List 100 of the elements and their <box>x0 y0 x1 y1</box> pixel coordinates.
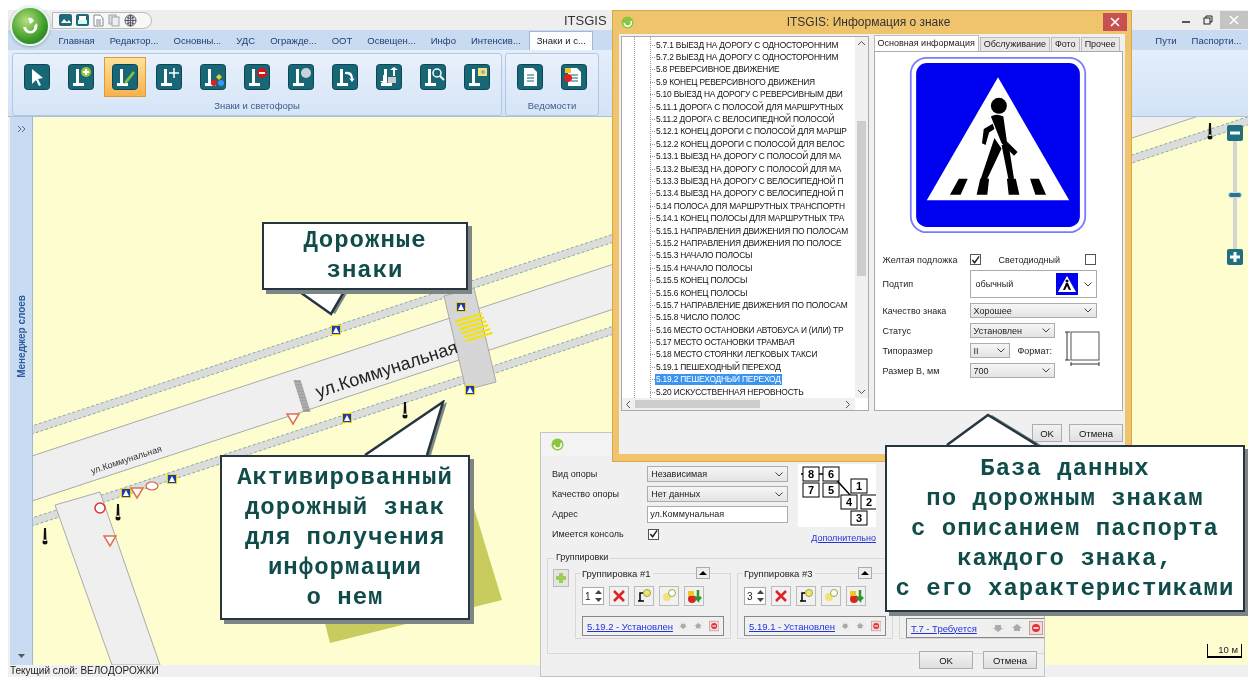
sign-list-item[interactable]: 5.13.1 ВЫЕЗД НА ДОРОГУ С ПОЛОСОЙ ДЛЯ МА <box>655 151 843 163</box>
delete-button[interactable] <box>771 586 791 606</box>
sign-list-item[interactable]: 5.13.2 ВЫЕЗД НА ДОРОГУ С ПОЛОСОЙ ДЛЯ МА <box>655 163 843 175</box>
scroll-up-icon[interactable] <box>856 40 866 46</box>
pole-marker[interactable] <box>42 528 48 545</box>
ribbon-tab[interactable]: Редактор... <box>103 32 165 50</box>
caret-down-icon[interactable] <box>17 654 25 659</box>
sign-marker[interactable] <box>167 474 177 484</box>
sign-list-item[interactable]: 5.15.3 НАЧАЛО ПОЛОСЫ <box>655 250 754 262</box>
pole-marker[interactable] <box>402 402 408 419</box>
sign-marker[interactable] <box>342 413 352 423</box>
sign-list-item[interactable]: 5.8 РЕВЕРСИВНОЕ ДВИЖЕНИЕ <box>655 64 781 76</box>
sign-add-button[interactable] <box>634 586 654 606</box>
image-icon[interactable] <box>59 14 72 26</box>
spin-arrows-icon[interactable] <box>756 588 765 604</box>
remove-button[interactable] <box>1029 621 1043 635</box>
prohibition-sign-marker[interactable] <box>94 502 106 514</box>
spin-arrows-icon[interactable] <box>594 588 603 604</box>
printer-icon[interactable] <box>76 14 89 26</box>
dialog-button[interactable]: Отмена <box>1069 424 1123 442</box>
ribbon-tab[interactable]: Инфо <box>424 32 463 50</box>
sign-list-item[interactable]: 5.14 ПОЛОСА ДЛЯ МАРШРУТНЫХ ТРАНСПОРТН <box>655 200 846 212</box>
sign-list-item[interactable]: 5.17 МЕСТО ОСТАНОВКИ ТРАМВАЯ <box>655 337 796 349</box>
pole-marker[interactable] <box>1207 123 1213 140</box>
dialog-tab[interactable]: Обслуживание <box>979 37 1050 51</box>
ribbon-tab[interactable]: Знаки и с... <box>529 31 594 50</box>
ribbon-tab[interactable]: Паспорти... <box>1185 32 1248 50</box>
sign-list-item[interactable]: 5.10 ВЫЕЗД НА ДОРОГУ С РЕВЕРСИВНЫМ ДВИ <box>655 89 844 101</box>
sign-list-item[interactable]: 5.20 ИСКУССТВЕННАЯ НЕРОВНОСТЬ <box>655 386 805 398</box>
sign-list-item[interactable]: 5.7.2 ВЫЕЗД НА ДОРОГУ С ОДНОСТОРОННИМ <box>655 52 840 64</box>
dropdown[interactable]: Независимая <box>647 466 788 482</box>
subtype-dropdown[interactable]: обычный <box>969 270 1097 298</box>
zoom-in-button[interactable] <box>1227 249 1243 265</box>
sign-list-item[interactable]: 5.12.1 КОНЕЦ ДОРОГИ С ПОЛОСОЙ ДЛЯ МАРШР <box>655 126 848 138</box>
sign-marker[interactable] <box>465 385 475 395</box>
ribbon-tab[interactable]: ООТ <box>325 32 359 50</box>
zoom-out-button[interactable] <box>1227 125 1243 141</box>
sign-list-item[interactable]: 5.13.4 ВЫЕЗД НА ДОРОГУ С ВЕЛОСИПЕДНОЙ П <box>655 188 845 200</box>
sign-list-item[interactable]: 5.18 МЕСТО СТОЯНКИ ЛЕГКОВЫХ ТАКСИ <box>655 349 819 361</box>
collapse-button[interactable] <box>696 567 710 579</box>
scroll-left-icon[interactable] <box>625 399 631 409</box>
warning-sign-marker[interactable] <box>102 535 118 548</box>
ribbon-tab[interactable]: Огражде... <box>263 32 324 50</box>
sign-list-item[interactable]: 5.7.1 ВЫЕЗД НА ДОРОГУ С ОДНОСТОРОННИМ <box>655 39 840 51</box>
dropdown[interactable]: Установлен <box>969 323 1055 338</box>
sign-list-item[interactable]: 5.13.3 ВЫЕЗД НА ДОРОГУ С ВЕЛОСИПЕДНОЙ П <box>655 176 845 187</box>
delete-button[interactable] <box>609 586 629 606</box>
ribbon-tab[interactable]: Освещен... <box>360 32 423 50</box>
dropdown[interactable]: Хорошее <box>969 303 1097 318</box>
dialog-tab[interactable]: Основная информация <box>873 35 979 51</box>
count-spinner[interactable]: 3 <box>744 587 766 605</box>
close-button[interactable] <box>1103 13 1127 31</box>
sign-list-item[interactable]: 5.15.7 НАПРАВЛЕНИЕ ДВИЖЕНИЯ ПО ПОЛОСАМ <box>655 299 849 311</box>
ribbon-tab[interactable]: УДС <box>229 32 262 50</box>
sign-list-item[interactable]: 5.16 МЕСТО ОСТАНОВКИ АВТОБУСА И (ИЛИ) ТР <box>655 324 845 336</box>
more-link[interactable]: Дополнительно <box>811 533 876 543</box>
sign-list-item[interactable]: 5.11.2 ДОРОГА С ВЕЛОСИПЕДНОЙ ПОЛОСОЙ <box>655 114 836 126</box>
remove-button[interactable] <box>870 619 881 633</box>
sign-list-item[interactable]: 5.15.5 КОНЕЦ ПОЛОСЫ <box>655 275 749 287</box>
sign-list-item[interactable]: 5.14.1 КОНЕЦ ПОЛОСЫ ДЛЯ МАРШРУТНЫХ ТРА <box>655 213 845 225</box>
remove-button[interactable] <box>708 619 719 633</box>
sign-add-button[interactable] <box>796 586 816 606</box>
dialog-tab[interactable]: Прочее <box>1080 37 1120 51</box>
dropdown[interactable]: II <box>969 343 1010 358</box>
scroll-down-icon[interactable] <box>856 389 866 395</box>
sign-list-item[interactable]: 5.15.1 НАПРАВЛЕНИЯ ДВИЖЕНИЯ ПО ПОЛОСАМ <box>655 225 849 237</box>
dropdown[interactable]: 700 <box>969 363 1055 378</box>
ribbon-tab[interactable]: Интенсив... <box>464 32 528 50</box>
scroll-right-icon[interactable] <box>844 399 851 409</box>
sign-list-item[interactable]: 5.15.4 НАЧАЛО ПОЛОСЫ <box>655 262 754 274</box>
sign-list-item[interactable]: 5.15.2 НАПРАВЛЕНИЯ ДВИЖЕНИЯ ПО ПОЛОСЕ <box>655 237 843 249</box>
dialog-button[interactable]: OK <box>1032 424 1062 442</box>
sign-marker[interactable] <box>331 325 341 335</box>
horizontal-scrollbar[interactable] <box>622 398 855 410</box>
ribbon-button[interactable] <box>104 57 146 97</box>
sign-list-item[interactable]: 5.15.8 ЧИСЛО ПОЛОС <box>655 312 742 324</box>
sign-list-item[interactable]: 5.12.2 КОНЕЦ ДОРОГИ С ПОЛОСОЙ ДЛЯ ВЕЛОС <box>655 138 846 150</box>
sign-list-item[interactable]: 5.19.1 ПЕШЕХОДНЫЙ ПЕРЕХОД <box>655 361 782 373</box>
pole-marker[interactable] <box>115 504 121 521</box>
ribbon-tab[interactable]: Пути <box>1148 32 1184 50</box>
prohibition-sign-marker[interactable] <box>145 481 159 491</box>
chevron-double-right-icon[interactable] <box>16 125 26 133</box>
layers-panel-bar[interactable]: Менеджер слоев <box>10 117 33 665</box>
dialog-button[interactable]: Отмена <box>983 651 1037 669</box>
count-spinner[interactable]: 1 <box>582 587 604 605</box>
vertical-scrollbar[interactable] <box>854 37 868 398</box>
ribbon-tab[interactable]: Основны... <box>167 32 228 50</box>
ribbon-tab[interactable]: Главная <box>52 32 102 50</box>
dialog-tab[interactable]: Фото <box>1050 37 1080 51</box>
checkbox[interactable] <box>1084 254 1096 265</box>
sign-marker[interactable] <box>121 488 131 498</box>
sign-list-item[interactable]: 5.11.1 ДОРОГА С ПОЛОСОЙ ДЛЯ МАРШРУТНЫХ <box>655 101 845 113</box>
checkbox[interactable] <box>648 528 659 540</box>
dropdown[interactable]: Нет данных <box>647 486 788 502</box>
globe-icon[interactable] <box>124 13 137 27</box>
collapse-button[interactable] <box>858 567 872 579</box>
sign-marker[interactable] <box>456 302 466 312</box>
address-field[interactable]: ул.Коммунальная <box>647 505 788 523</box>
sign-list-item[interactable]: 5.9 КОНЕЦ РЕВЕРСИВНОГО ДВИЖЕНИЯ <box>655 76 816 88</box>
dialog-button[interactable]: OK <box>919 651 973 669</box>
